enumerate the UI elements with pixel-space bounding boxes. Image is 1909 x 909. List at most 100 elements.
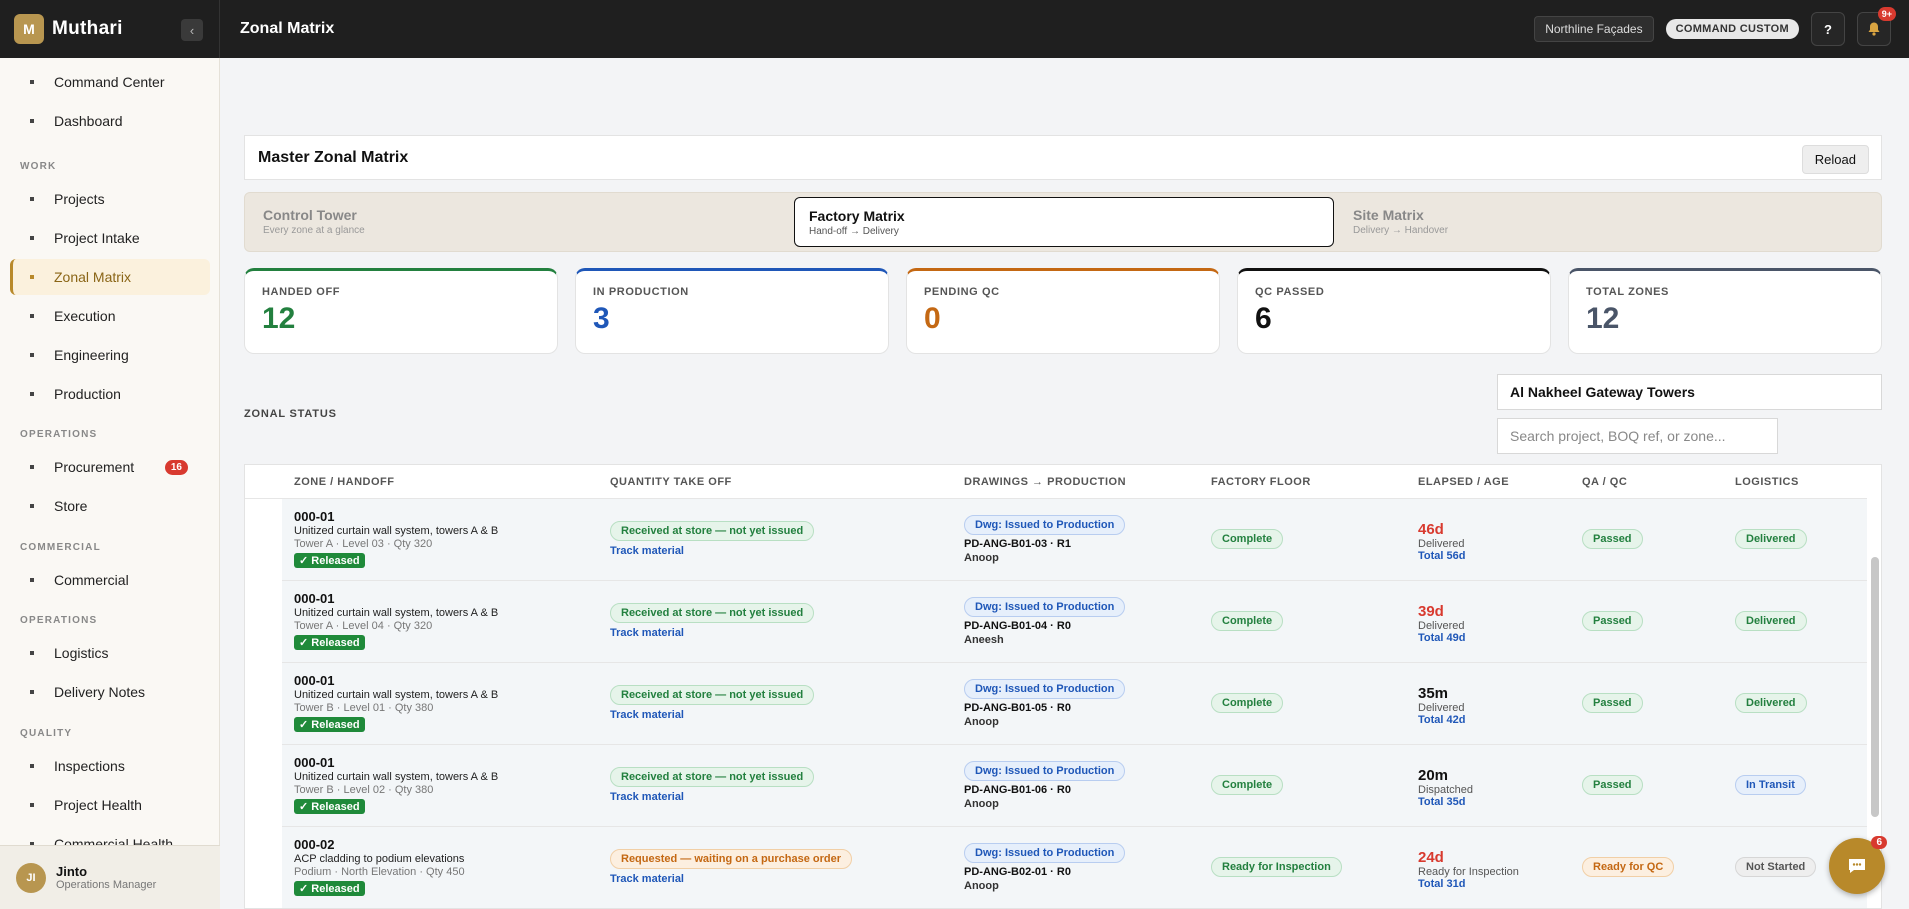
sidebar-item-production[interactable]: Production bbox=[10, 376, 210, 412]
column-header[interactable]: LOGISTICS bbox=[1735, 476, 1799, 488]
zone-code[interactable]: 000-01 bbox=[294, 673, 498, 688]
help-button[interactable]: ? bbox=[1811, 12, 1845, 46]
user-profile[interactable]: JI Jinto Operations Manager bbox=[0, 845, 220, 909]
main-content: Master Zonal Matrix Reload Control Tower… bbox=[221, 58, 1909, 909]
qc-status-badge: Passed bbox=[1582, 529, 1643, 549]
bell-icon bbox=[1868, 22, 1880, 36]
sidebar-item-zonal-matrix[interactable]: Zonal Matrix bbox=[10, 259, 210, 295]
bullet-icon bbox=[30, 236, 34, 240]
qto-cell: Received at store — not yet issued Track … bbox=[610, 521, 815, 557]
avatar: JI bbox=[16, 862, 46, 893]
elapsed-total: Total 49d bbox=[1418, 632, 1466, 644]
sidebar-item-command-center[interactable]: Command Center bbox=[10, 64, 210, 100]
drawing-ref[interactable]: PD-ANG-B01-03 · R1 bbox=[964, 538, 1125, 550]
collapse-sidebar-button[interactable]: ‹ bbox=[181, 19, 203, 41]
drawing-ref[interactable]: PD-ANG-B01-04 · R0 bbox=[964, 620, 1125, 632]
sidebar-item-procurement[interactable]: Procurement 16 bbox=[10, 449, 210, 485]
released-badge: ✓ Released bbox=[294, 799, 365, 814]
elapsed-status: Ready for Inspection bbox=[1418, 866, 1519, 878]
table-row[interactable]: 000-01 Unitized curtain wall system, towe… bbox=[282, 745, 1867, 827]
stat-label: QC PASSED bbox=[1255, 286, 1325, 298]
zone-code[interactable]: 000-01 bbox=[294, 509, 498, 524]
chat-icon bbox=[1849, 859, 1865, 873]
released-badge: ✓ Released bbox=[294, 553, 365, 568]
zone-code[interactable]: 000-02 bbox=[294, 837, 465, 852]
sidebar-item-inspections[interactable]: Inspections bbox=[10, 748, 210, 784]
org-switcher[interactable]: Northline Façades bbox=[1534, 16, 1654, 42]
sidebar-item-project-health[interactable]: Project Health bbox=[10, 787, 210, 823]
drawing-owner: Anoop bbox=[964, 716, 999, 728]
sidebar-item-commercial[interactable]: Commercial bbox=[10, 562, 210, 598]
bullet-icon bbox=[30, 119, 34, 123]
sidebar-item-execution[interactable]: Execution bbox=[10, 298, 210, 334]
sidebar-item-project-intake[interactable]: Project Intake bbox=[10, 220, 210, 256]
released-badge: ✓ Released bbox=[294, 717, 365, 732]
logistics-status-badge: Delivered bbox=[1735, 529, 1807, 549]
elapsed-total: Total 35d bbox=[1418, 796, 1466, 808]
factory-floor-cell: Complete bbox=[1211, 693, 1284, 713]
sidebar-item-store[interactable]: Store bbox=[10, 488, 210, 524]
tab-subtitle: Hand-off → Delivery bbox=[809, 226, 899, 237]
sidebar-nav[interactable]: Command Center Dashboard WORK Projects P… bbox=[0, 58, 220, 845]
track-material-link[interactable]: Track material bbox=[610, 545, 814, 557]
project-selector[interactable]: Al Nakheel Gateway Towers bbox=[1497, 374, 1882, 410]
tab-factory-matrix[interactable]: Factory Matrix Hand-off → Delivery bbox=[794, 197, 1334, 247]
search-input[interactable] bbox=[1497, 418, 1778, 454]
stat-value: 12 bbox=[262, 302, 296, 335]
track-material-link[interactable]: Track material bbox=[610, 791, 814, 803]
drawing-ref[interactable]: PD-ANG-B01-05 · R0 bbox=[964, 702, 1125, 714]
sidebar-item-projects[interactable]: Projects bbox=[10, 181, 210, 217]
sidebar-item-label: Commercial bbox=[54, 572, 129, 588]
table-row[interactable]: 000-01 Unitized curtain wall system, towe… bbox=[282, 663, 1867, 745]
table-row[interactable]: 000-01 Unitized curtain wall system, towe… bbox=[282, 581, 1867, 663]
sidebar-item-label: Project Health bbox=[54, 797, 142, 813]
track-material-link[interactable]: Track material bbox=[610, 873, 852, 885]
elapsed-cell: 46d Delivered Total 56d bbox=[1418, 521, 1465, 562]
zone-code[interactable]: 000-01 bbox=[294, 755, 498, 770]
qc-cell: Ready for QC bbox=[1582, 857, 1675, 877]
sidebar-item-commercial-health[interactable]: Commercial Health bbox=[10, 826, 210, 845]
sidebar-item-label: Projects bbox=[54, 191, 105, 207]
logistics-cell: Delivered bbox=[1735, 693, 1807, 713]
sidebar-item-label: Procurement bbox=[54, 459, 135, 475]
track-material-link[interactable]: Track material bbox=[610, 627, 814, 639]
bullet-icon bbox=[30, 764, 34, 768]
elapsed-value: 35m bbox=[1418, 685, 1449, 702]
table-row[interactable]: 000-02 ACP cladding to podium elevations P… bbox=[282, 827, 1867, 908]
sidebar-item-label: Inspections bbox=[54, 758, 125, 774]
sidebar-section-quality: QUALITY bbox=[20, 728, 73, 739]
notifications-button[interactable]: 9+ bbox=[1857, 7, 1896, 46]
column-header[interactable]: DRAWINGS → PRODUCTION bbox=[964, 476, 1126, 488]
bullet-icon bbox=[30, 392, 34, 396]
column-header[interactable]: ZONE / HANDOFF bbox=[294, 476, 395, 488]
tab-control-tower[interactable]: Control Tower Every zone at a glance bbox=[249, 197, 789, 247]
stat-label: PENDING QC bbox=[924, 286, 1000, 298]
tab-subtitle: Every zone at a glance bbox=[263, 225, 365, 236]
chat-button[interactable]: 6 bbox=[1829, 836, 1887, 894]
drawings-cell: Dwg: Issued to Production PD-ANG-B01-05 ·… bbox=[964, 679, 1126, 728]
sidebar-item-delivery-notes[interactable]: Delivery Notes bbox=[10, 674, 210, 710]
table-scrollbar[interactable] bbox=[1871, 557, 1879, 817]
logistics-cell: Delivered bbox=[1735, 611, 1807, 631]
drawing-ref[interactable]: PD-ANG-B02-01 · R0 bbox=[964, 866, 1125, 878]
track-material-link[interactable]: Track material bbox=[610, 709, 814, 721]
bullet-icon bbox=[30, 651, 34, 655]
column-header[interactable]: FACTORY FLOOR bbox=[1211, 476, 1311, 488]
table-row[interactable]: 000-01 Unitized curtain wall system, towe… bbox=[282, 499, 1867, 581]
tab-site-matrix[interactable]: Site Matrix Delivery → Handover bbox=[1339, 197, 1879, 247]
page-title: Zonal Matrix bbox=[240, 20, 335, 37]
mode-badge[interactable]: COMMAND CUSTOM bbox=[1665, 19, 1799, 39]
stat-label: TOTAL ZONES bbox=[1586, 286, 1669, 298]
column-header[interactable]: QA / QC bbox=[1582, 476, 1627, 488]
sidebar-item-label: Zonal Matrix bbox=[54, 269, 132, 285]
sidebar-item-engineering[interactable]: Engineering bbox=[10, 337, 210, 373]
sidebar-item-logistics[interactable]: Logistics bbox=[10, 635, 210, 671]
zone-code[interactable]: 000-01 bbox=[294, 591, 498, 606]
column-header[interactable]: QUANTITY TAKE OFF bbox=[610, 476, 732, 488]
logo-icon[interactable]: M bbox=[14, 14, 44, 44]
column-header[interactable]: ELAPSED / AGE bbox=[1418, 476, 1509, 488]
sidebar-item-dashboard[interactable]: Dashboard bbox=[10, 103, 210, 139]
reload-button[interactable]: Reload bbox=[1801, 145, 1869, 174]
drawing-ref[interactable]: PD-ANG-B01-06 · R0 bbox=[964, 784, 1125, 796]
sidebar-item-label: Delivery Notes bbox=[54, 684, 146, 700]
